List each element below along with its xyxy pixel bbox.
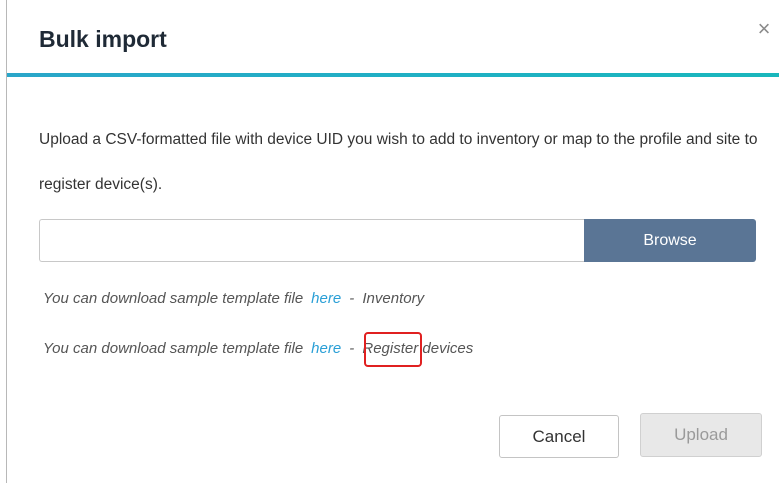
cancel-button[interactable]: Cancel <box>499 415 619 458</box>
close-icon[interactable]: × <box>753 18 775 40</box>
dialog-title: Bulk import <box>39 26 167 52</box>
template-separator: - <box>349 340 355 357</box>
dialog-header: Bulk import × <box>7 0 779 77</box>
template-download-inventory: You can download sample template file her… <box>43 290 424 307</box>
browse-button[interactable]: Browse <box>584 219 756 262</box>
template-suffix: Inventory <box>362 290 425 307</box>
dialog-description: Upload a CSV-formatted file with device … <box>39 131 758 193</box>
template-separator: - <box>349 290 355 307</box>
file-picker: Browse <box>39 219 756 262</box>
upload-button[interactable]: Upload <box>640 413 762 457</box>
register-template-link[interactable]: here <box>311 340 341 357</box>
file-path-input[interactable] <box>39 219 584 262</box>
template-download-register: You can download sample template file her… <box>43 340 473 357</box>
template-prefix: You can download sample template file <box>43 290 304 307</box>
template-suffix: Register devices <box>362 340 474 357</box>
inventory-template-link[interactable]: here <box>311 290 341 307</box>
header-divider <box>7 73 779 77</box>
bulk-import-dialog: Bulk import × Upload a CSV-formatted fil… <box>6 0 779 483</box>
template-prefix: You can download sample template file <box>43 340 304 357</box>
